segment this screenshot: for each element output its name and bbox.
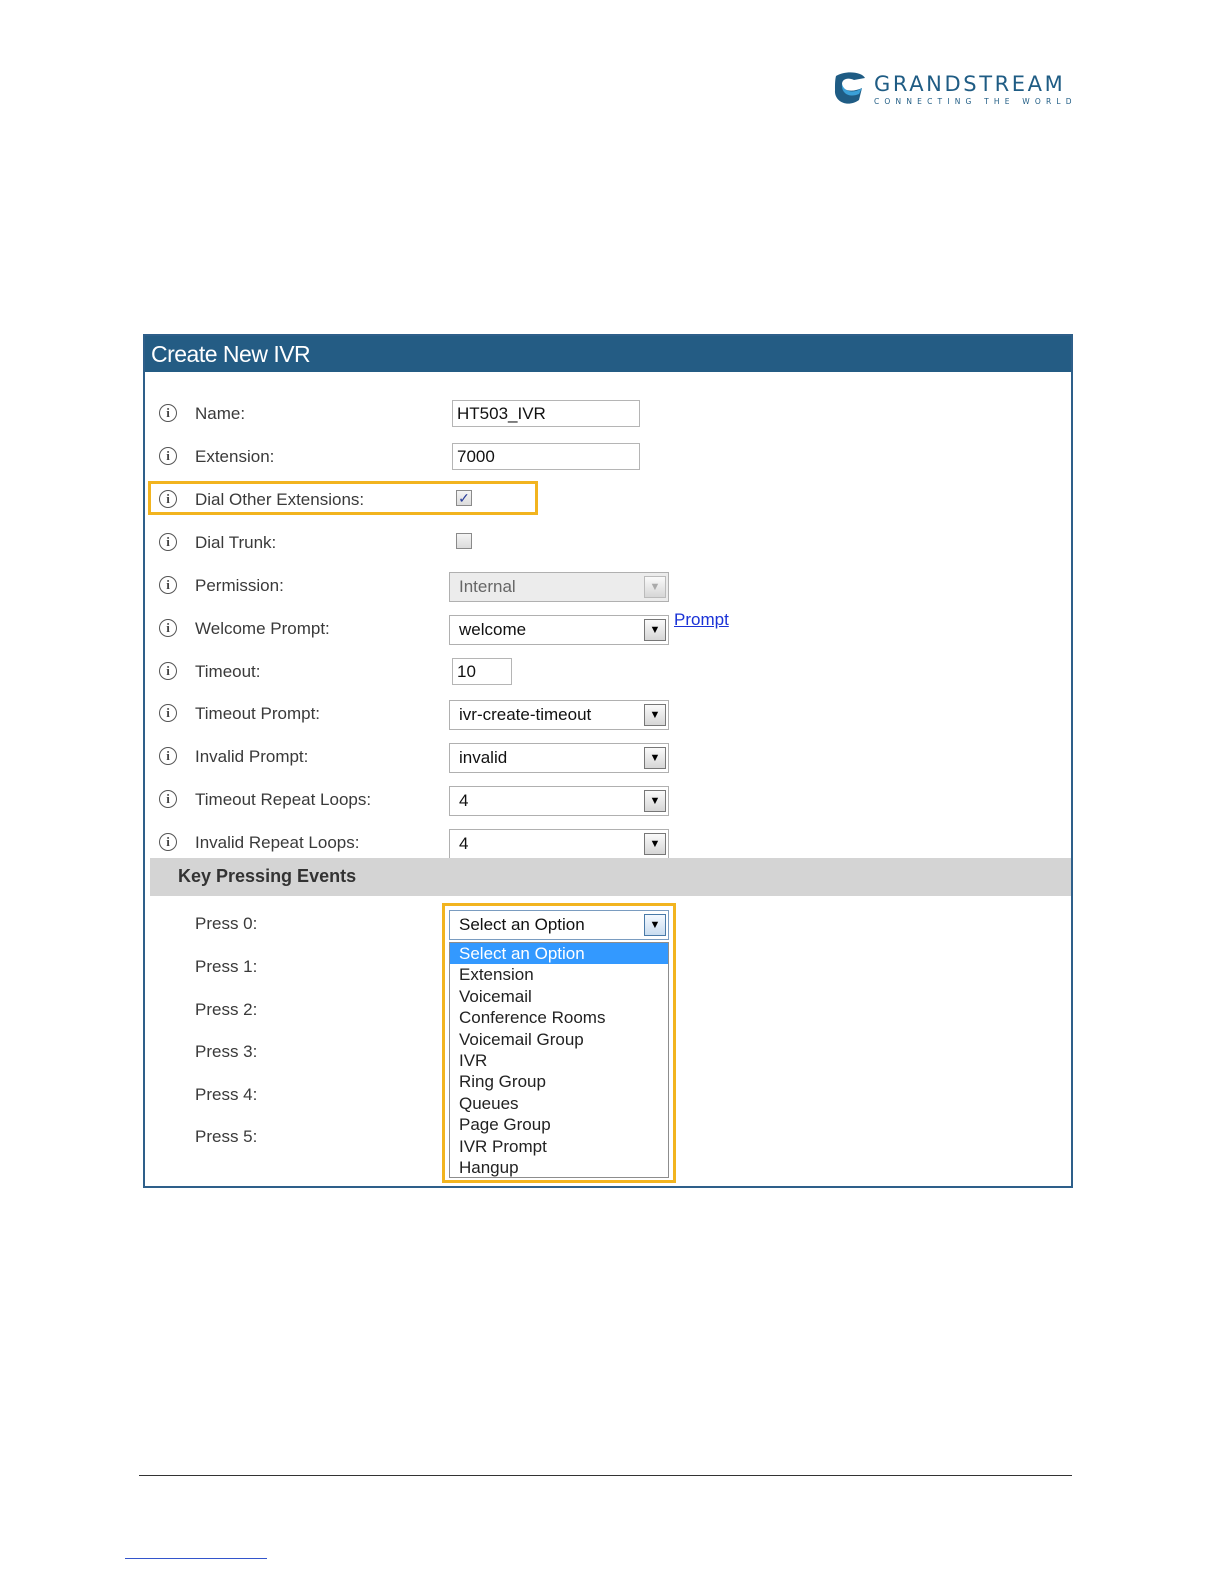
permission-value: Internal (459, 577, 516, 596)
invalid-repeat-loops-value: 4 (459, 834, 469, 853)
timeout-repeat-loops-select[interactable]: 4 ▼ (449, 786, 669, 816)
name-label: Name: (195, 404, 246, 423)
field-row-dial-trunk: i Dial Trunk: (145, 529, 1071, 559)
dropdown-option[interactable]: IVR (450, 1050, 668, 1071)
info-icon[interactable]: i (159, 747, 177, 765)
field-row-timeout: i Timeout: 10 (145, 658, 1071, 688)
timeout-input[interactable]: 10 (452, 658, 512, 685)
permission-label: Permission: (195, 576, 284, 595)
field-row-invalid-repeat-loops: i Invalid Repeat Loops: 4 ▼ (145, 829, 1071, 859)
press-0-label: Press 0: (195, 914, 258, 933)
dropdown-option[interactable]: Page Group (450, 1114, 668, 1135)
name-input[interactable]: HT503_IVR (452, 400, 640, 427)
info-icon[interactable]: i (159, 533, 177, 551)
dropdown-option[interactable]: IVR Prompt (450, 1136, 668, 1157)
chevron-down-icon[interactable]: ▼ (644, 747, 666, 769)
dropdown-option[interactable]: Hangup (450, 1157, 668, 1178)
create-ivr-panel: Create New IVR i Name: HT503_IVR i Exten… (143, 334, 1073, 1188)
press-5-label: Press 5: (195, 1127, 258, 1146)
welcome-prompt-select[interactable]: welcome ▼ (449, 615, 669, 645)
field-row-name: i Name: HT503_IVR (145, 400, 1071, 430)
dropdown-option[interactable]: Conference Rooms (450, 1007, 668, 1028)
field-row-permission: i Permission: Internal ▼ (145, 572, 1071, 602)
invalid-prompt-select[interactable]: invalid ▼ (449, 743, 669, 773)
invalid-prompt-value: invalid (459, 748, 508, 767)
grandstream-swoosh-icon (834, 72, 865, 104)
dropdown-option[interactable]: Ring Group (450, 1071, 668, 1092)
timeout-prompt-label: Timeout Prompt: (195, 704, 321, 723)
info-icon[interactable]: i (159, 490, 177, 508)
dial-trunk-checkbox[interactable] (456, 533, 472, 549)
grandstream-logo: GRANDSTREAM CONNECTING THE WORLD (832, 70, 1072, 110)
timeout-repeat-loops-value: 4 (459, 791, 469, 810)
press-0-value: Select an Option (459, 915, 585, 934)
dial-other-extensions-label: Dial Other Extensions: (195, 490, 365, 509)
press-1-label: Press 1: (195, 957, 258, 976)
footer-link-underline (125, 1558, 267, 1559)
timeout-prompt-value: ivr-create-timeout (459, 705, 592, 724)
field-row-invalid-prompt: i Invalid Prompt: invalid ▼ (145, 743, 1071, 773)
section-title: Key Pressing Events (178, 866, 357, 886)
dial-other-extensions-checkbox[interactable]: ✓ (456, 490, 472, 506)
chevron-down-icon[interactable]: ▼ (644, 790, 666, 812)
extension-input[interactable]: 7000 (452, 443, 640, 470)
dropdown-option[interactable]: Select an Option (450, 943, 668, 965)
chevron-down-icon[interactable]: ▼ (644, 619, 666, 641)
chevron-down-icon[interactable]: ▼ (644, 833, 666, 855)
field-row-timeout-prompt: i Timeout Prompt: ivr-create-timeout ▼ (145, 700, 1071, 730)
chevron-down-icon[interactable]: ▼ (644, 914, 666, 936)
press-4-label: Press 4: (195, 1085, 258, 1104)
dial-trunk-label: Dial Trunk: (195, 533, 277, 552)
press-0-dropdown-list: Select an Option Extension Voicemail Con… (449, 942, 669, 1178)
dropdown-option[interactable]: Queues (450, 1093, 668, 1114)
info-icon[interactable]: i (159, 576, 177, 594)
info-icon[interactable]: i (159, 790, 177, 808)
welcome-prompt-value: welcome (459, 620, 527, 639)
info-icon[interactable]: i (159, 833, 177, 851)
dropdown-option[interactable]: Voicemail Group (450, 1029, 668, 1050)
chevron-down-icon[interactable]: ▼ (644, 704, 666, 726)
dropdown-option[interactable]: Extension (450, 964, 668, 985)
brand-name: GRANDSTREAM (874, 72, 1066, 96)
info-icon[interactable]: i (159, 704, 177, 722)
prompt-link[interactable]: Prompt (674, 610, 729, 630)
invalid-prompt-label: Invalid Prompt: (195, 747, 309, 766)
chevron-down-icon: ▼ (644, 576, 666, 598)
press-3-label: Press 3: (195, 1042, 258, 1061)
key-pressing-events-section: Key Pressing Events (150, 858, 1071, 896)
info-icon[interactable]: i (159, 619, 177, 637)
extension-label: Extension: (195, 447, 275, 466)
panel-title: Create New IVR (145, 336, 1071, 372)
info-icon[interactable]: i (159, 662, 177, 680)
field-row-extension: i Extension: 7000 (145, 443, 1071, 473)
info-icon[interactable]: i (159, 404, 177, 422)
info-icon[interactable]: i (159, 447, 177, 465)
press-0-select[interactable]: Select an Option ▼ (449, 910, 669, 940)
timeout-prompt-select[interactable]: ivr-create-timeout ▼ (449, 700, 669, 730)
permission-select: Internal ▼ (449, 572, 669, 602)
field-row-timeout-repeat-loops: i Timeout Repeat Loops: 4 ▼ (145, 786, 1071, 816)
dropdown-option[interactable]: Voicemail (450, 986, 668, 1007)
invalid-repeat-loops-label: Invalid Repeat Loops: (195, 833, 360, 852)
press-2-label: Press 2: (195, 1000, 258, 1019)
timeout-repeat-loops-label: Timeout Repeat Loops: (195, 790, 372, 809)
brand-tagline: CONNECTING THE WORLD (874, 97, 1077, 106)
footer-divider (139, 1475, 1072, 1476)
field-row-dial-other-extensions: i Dial Other Extensions: ✓ (145, 486, 1071, 516)
welcome-prompt-label: Welcome Prompt: (195, 619, 330, 638)
timeout-label: Timeout: (195, 662, 261, 681)
field-row-welcome-prompt: i Welcome Prompt: welcome ▼ Prompt (145, 610, 1071, 645)
invalid-repeat-loops-select[interactable]: 4 ▼ (449, 829, 669, 859)
